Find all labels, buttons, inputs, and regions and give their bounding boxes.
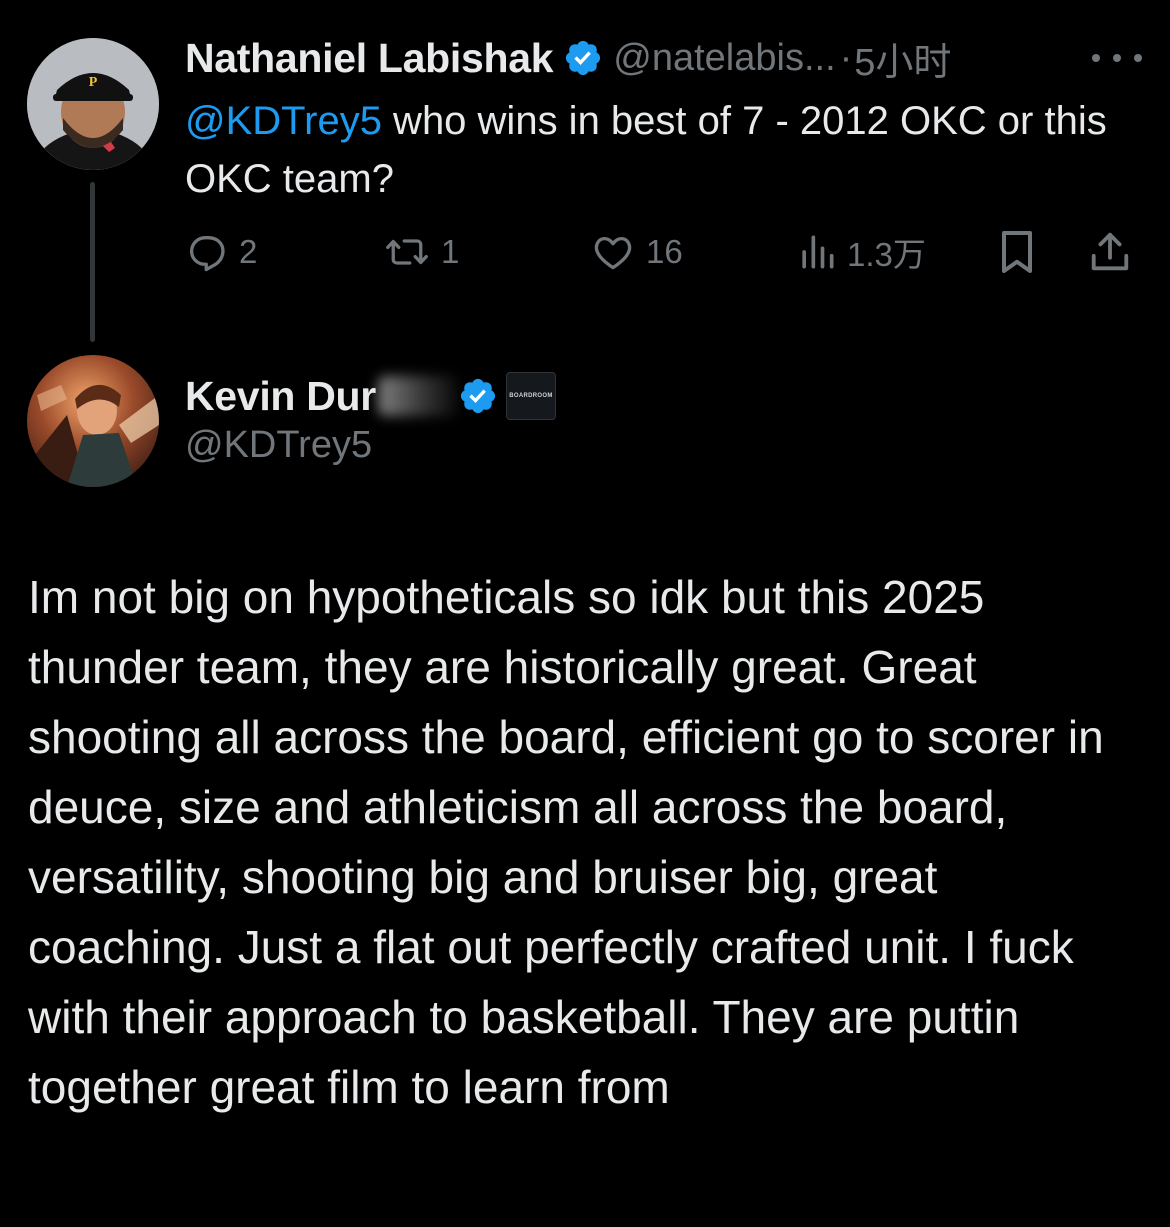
redacted-name-blur (377, 376, 458, 416)
like-button[interactable]: 16 (590, 222, 683, 282)
bookmark-button[interactable] (997, 222, 1037, 282)
parent-tweet-text: @KDTrey5 who wins in best of 7 - 2012 OK… (185, 92, 1145, 208)
reply-tweet-text: Im not big on hypotheticals so idk but t… (28, 571, 1104, 1113)
repost-icon (386, 239, 428, 265)
reply-author-name[interactable]: Kevin Dur (185, 373, 376, 420)
author-handle[interactable]: @natelabis... (613, 37, 835, 80)
reply-button[interactable]: 2 (185, 222, 257, 282)
avatar-image: P (27, 38, 159, 170)
thread-connector-line (90, 182, 95, 342)
bookmark-icon (1002, 231, 1032, 273)
repost-count: 1 (441, 233, 460, 270)
affiliate-badge[interactable]: BOARDROOM (505, 372, 556, 420)
heart-icon (594, 236, 632, 270)
views-count: 1.3万 (847, 236, 926, 273)
share-icon (1091, 232, 1129, 271)
reply-icon (189, 236, 225, 272)
share-button[interactable] (1087, 222, 1133, 282)
reply-author-handle[interactable]: @KDTrey5 (185, 424, 372, 467)
mention-link[interactable]: @KDTrey5 (185, 99, 382, 143)
reply-count: 2 (239, 233, 258, 270)
reply-tweet-header: Kevin Dur BOARDROOM (185, 366, 556, 426)
repost-button[interactable]: 1 (383, 222, 459, 282)
like-count: 16 (646, 233, 683, 270)
avatar-image (27, 355, 159, 487)
parent-tweet-header: Nathaniel Labishak @natelabis... · 5小时 (185, 30, 951, 86)
more-icon[interactable] (1092, 40, 1142, 76)
verified-badge-icon[interactable] (458, 376, 498, 416)
verified-badge-icon[interactable] (563, 38, 603, 78)
svg-text:P: P (89, 75, 98, 90)
views-chart-icon (802, 235, 834, 269)
tweet-action-bar: 2 1 16 1.3万 (185, 222, 1140, 282)
views-button[interactable]: 1.3万 (797, 222, 926, 282)
author-avatar[interactable]: P (27, 38, 159, 170)
author-name[interactable]: Nathaniel Labishak (185, 35, 554, 82)
reply-author-avatar[interactable] (27, 355, 159, 487)
tweet-timestamp[interactable]: 5小时 (854, 31, 951, 86)
separator-dot: · (839, 36, 853, 79)
